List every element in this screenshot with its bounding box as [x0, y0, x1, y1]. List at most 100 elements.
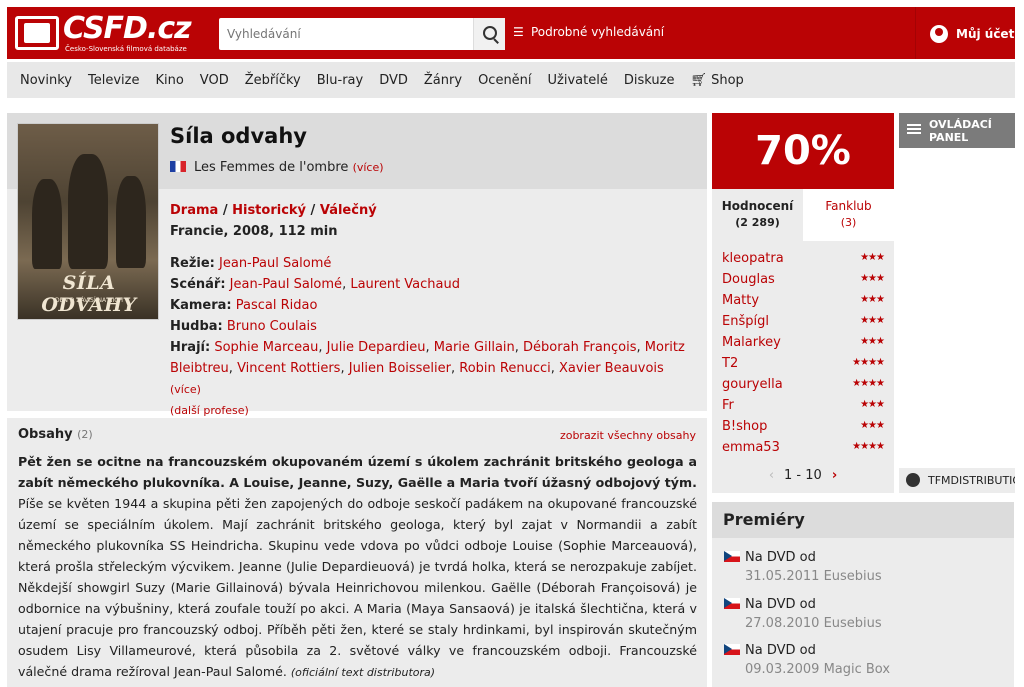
user-link[interactable]: T2 — [722, 356, 738, 371]
poster-title: SÍLA ODVAHY — [41, 272, 137, 316]
premiere-date: 27.08.2010 Eusebius — [745, 616, 882, 631]
creator-link[interactable]: Laurent Vachaud — [350, 277, 460, 292]
user-link[interactable]: gouryella — [722, 377, 783, 392]
nav-item-diskuze[interactable]: Diskuze — [624, 73, 675, 88]
czech-flag-icon — [724, 644, 740, 655]
nav-item-vod[interactable]: VOD — [200, 73, 229, 88]
list-item: Matty ★★★ — [722, 293, 885, 314]
list-item: Enšpígl ★★★ — [722, 314, 885, 335]
genres: Drama / Historický / Válečný — [170, 203, 377, 218]
list-item: Douglas ★★★ — [722, 272, 885, 293]
cart-icon: 🛒︎ — [690, 72, 707, 88]
star-rating: ★★★ — [860, 273, 885, 284]
creator-label: Režie: — [170, 256, 215, 271]
advanced-search-label: Podrobné vyhledávání — [531, 25, 665, 39]
user-link[interactable]: Matty — [722, 293, 759, 308]
poster-figure — [68, 154, 108, 269]
actor-link[interactable]: Sophie Marceau — [214, 340, 318, 355]
star-rating: ★★★★ — [852, 357, 885, 368]
list-item: gouryella ★★★★ — [722, 377, 885, 398]
creator-label: Hrají: — [170, 340, 211, 355]
premiere-label: Na DVD od — [745, 643, 816, 658]
france-flag-icon — [170, 161, 186, 172]
search-input[interactable] — [219, 18, 465, 50]
nav-item-dvd[interactable]: DVD — [379, 73, 408, 88]
user-link[interactable]: emma53 — [722, 440, 780, 455]
cast-more-link[interactable]: (více) — [170, 383, 201, 396]
premieres-list: Na DVD od 31.05.2011 Eusebius Na DVD od 27… — [712, 538, 1014, 687]
genre-link[interactable]: Válečný — [320, 203, 377, 218]
plot-heading-text: Obsahy — [18, 427, 73, 442]
control-panel-label: OVLÁDACÍ PANEL — [929, 118, 992, 144]
original-title-more-link[interactable]: (více) — [353, 161, 384, 174]
creator-link[interactable]: Bruno Coulais — [227, 319, 317, 334]
user-link[interactable]: Malarkey — [722, 335, 781, 350]
site-logo[interactable]: CSFD.cz Česko-Slovenská filmová databáze — [15, 11, 192, 55]
user-link[interactable]: Enšpígl — [722, 314, 769, 329]
tab-ratings-label: Hodnocení — [721, 199, 794, 213]
actor-link[interactable]: Julie Depardieu — [327, 340, 426, 355]
nav-shop-label: Shop — [711, 72, 744, 88]
actor-link[interactable]: Robin Renucci — [459, 361, 550, 376]
list-item: Na DVD od 31.05.2011 Eusebius — [724, 550, 1004, 584]
star-rating: ★★★★ — [852, 378, 885, 389]
star-rating: ★★★ — [860, 420, 885, 431]
ratings-pager: ‹ 1 - 10 › — [712, 468, 894, 483]
star-rating: ★★★ — [860, 294, 885, 305]
tab-fanclub-count: (3) — [840, 216, 857, 229]
list-item: Fr ★★★ — [722, 398, 885, 419]
nav-item-televize[interactable]: Televize — [88, 73, 139, 88]
actor-link[interactable]: Vincent Rottiers — [237, 361, 340, 376]
nav-item-zanry[interactable]: Žánry — [424, 73, 462, 88]
film-poster[interactable]: SÍLA ODVAHY DEN D ZÁVISÍ NA NICH — [17, 123, 159, 320]
star-rating: ★★★ — [860, 399, 885, 410]
tab-ratings[interactable]: Hodnocení (2 289) — [712, 189, 803, 241]
more-professions-link[interactable]: (další profese) — [170, 404, 249, 417]
account-button[interactable]: Můj účet — [915, 7, 1015, 59]
nav-item-bluray[interactable]: Blu-ray — [317, 73, 363, 88]
list-item: T2 ★★★★ — [722, 356, 885, 377]
advanced-search-link[interactable]: ☰ Podrobné vyhledávání — [513, 25, 664, 39]
star-rating: ★★★ — [860, 336, 885, 347]
creator-label: Scénář: — [170, 277, 226, 292]
control-panel-button[interactable]: OVLÁDACÍ PANEL — [899, 113, 1015, 148]
nav-item-novinky[interactable]: Novinky — [20, 73, 72, 88]
genre-link[interactable]: Historický — [232, 203, 306, 218]
nav-item-shop[interactable]: 🛒︎ Shop — [690, 73, 743, 88]
user-link[interactable]: B!shop — [722, 419, 767, 434]
user-link[interactable]: Fr — [722, 398, 734, 413]
genre-link[interactable]: Drama — [170, 203, 218, 218]
user-link[interactable]: kleopatra — [722, 251, 784, 266]
logo-text: CSFD.cz — [63, 11, 192, 46]
show-all-plots-link[interactable]: zobrazit všechny obsahy — [560, 429, 696, 442]
logo-tagline: Česko-Slovenská filmová databáze — [65, 45, 187, 53]
list-item: Na DVD od 27.08.2010 Eusebius — [724, 597, 1004, 631]
chevron-right-icon[interactable]: › — [832, 468, 837, 483]
actor-link[interactable]: Marie Gillain — [434, 340, 515, 355]
actor-link[interactable]: Julien Boisselier — [349, 361, 451, 376]
premieres-heading: Premiéry — [712, 502, 1014, 538]
nav-item-uzivatele[interactable]: Uživatelé — [548, 73, 608, 88]
search-icon[interactable] — [473, 18, 505, 50]
chevron-left-icon[interactable]: ‹ — [769, 468, 774, 483]
rating-percent: 70% — [712, 113, 894, 189]
nav-item-oceneni[interactable]: Ocenění — [478, 73, 531, 88]
creator-link[interactable]: Jean-Paul Salomé — [230, 277, 342, 292]
star-rating: ★★★★ — [852, 441, 885, 452]
page-title: Síla odvahy — [170, 124, 307, 148]
premiere-date: 31.05.2011 Eusebius — [745, 569, 882, 584]
distributor-link[interactable]: TFMDISTRIBUTION — [899, 468, 1015, 493]
actor-link[interactable]: Xavier Beauvois — [559, 361, 664, 376]
plot-count: (2) — [77, 428, 93, 441]
creator-link[interactable]: Jean-Paul Salomé — [219, 256, 331, 271]
star-rating: ★★★ — [860, 315, 885, 326]
actor-link[interactable]: Déborah François — [523, 340, 636, 355]
creator-link[interactable]: Pascal Ridao — [236, 298, 318, 313]
plot-heading: Obsahy (2) — [18, 427, 93, 442]
nav-item-kino[interactable]: Kino — [155, 73, 183, 88]
creators: Režie: Jean-Paul Salomé Scénář: Jean-Pau… — [170, 256, 685, 417]
nav-item-zebricky[interactable]: Žebříčky — [245, 73, 301, 88]
list-item: Malarkey ★★★ — [722, 335, 885, 356]
user-link[interactable]: Douglas — [722, 272, 775, 287]
tab-fanclub[interactable]: Fanklub (3) — [803, 189, 894, 241]
